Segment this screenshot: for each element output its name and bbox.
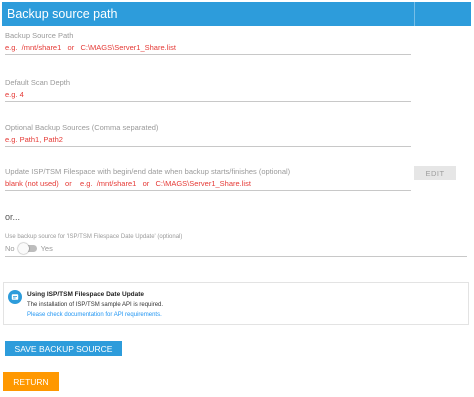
- optional-sources-input[interactable]: [5, 133, 411, 147]
- toggle-knob: [17, 243, 29, 254]
- filespace-update-input[interactable]: [5, 177, 411, 191]
- page-title: Backup source path: [7, 7, 118, 21]
- header-bar: Backup source path: [2, 2, 471, 26]
- or-separator: or...: [5, 212, 21, 222]
- filespace-update-field: Update ISP/TSM Filespace with begin/end …: [5, 167, 411, 191]
- optional-sources-label: Optional Backup Sources (Comma separated…: [5, 123, 159, 132]
- backup-source-page: Backup source path Backup Source Path De…: [0, 0, 474, 397]
- filespace-date-toggle[interactable]: [17, 243, 37, 254]
- documentation-link[interactable]: Please check documentation for API requi…: [27, 312, 162, 318]
- info-title: Using ISP/TSM Filespace Date Update: [27, 291, 145, 298]
- info-box: Using ISP/TSM Filespace Date Update The …: [3, 282, 469, 325]
- save-backup-source-button[interactable]: SAVE BACKUP SOURCE: [5, 341, 122, 356]
- scan-depth-field: Default Scan Depth: [5, 78, 411, 102]
- toggle-off-label: No: [5, 244, 15, 253]
- toggle-underline: [5, 256, 467, 257]
- filespace-update-label: Update ISP/TSM Filespace with begin/end …: [5, 167, 291, 176]
- edit-button[interactable]: EDIT: [414, 166, 456, 180]
- return-button[interactable]: RETURN: [3, 372, 59, 391]
- backup-source-path-field: Backup Source Path: [5, 31, 411, 55]
- scan-depth-label: Default Scan Depth: [5, 78, 71, 87]
- info-icon: [8, 290, 22, 304]
- toggle-row: No Yes: [5, 243, 53, 254]
- toggle-label: Use backup source for 'ISP/TSM Filespace…: [5, 234, 183, 240]
- backup-source-path-input[interactable]: [5, 41, 411, 55]
- toggle-on-label: Yes: [40, 244, 53, 253]
- header-divider: [414, 2, 415, 26]
- info-body: The installation of ISP/TSM sample API i…: [27, 302, 164, 308]
- backup-source-path-label: Backup Source Path: [5, 31, 74, 40]
- scan-depth-input[interactable]: [5, 88, 411, 102]
- optional-sources-field: Optional Backup Sources (Comma separated…: [5, 123, 411, 147]
